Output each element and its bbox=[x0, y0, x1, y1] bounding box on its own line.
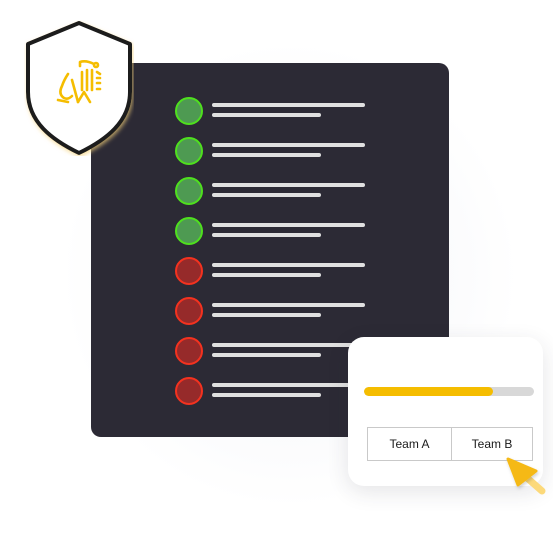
placeholder-line-short bbox=[212, 153, 321, 157]
pointer-cursor-icon bbox=[506, 457, 546, 495]
placeholder-line-short bbox=[212, 273, 321, 277]
status-dot bbox=[175, 337, 203, 365]
status-dot bbox=[175, 257, 203, 285]
placeholder-line-long bbox=[212, 103, 365, 107]
status-list-item bbox=[175, 217, 375, 247]
status-list-item bbox=[175, 177, 375, 207]
status-dot bbox=[175, 297, 203, 325]
placeholder-line-short bbox=[212, 393, 321, 397]
placeholder-line-long bbox=[212, 223, 365, 227]
placeholder-line-long bbox=[212, 263, 365, 267]
status-list-item bbox=[175, 337, 375, 367]
placeholder-line-long bbox=[212, 343, 365, 347]
status-dot bbox=[175, 217, 203, 245]
placeholder-line-short bbox=[212, 193, 321, 197]
vote-progress-fill bbox=[364, 387, 494, 396]
placeholder-line-long bbox=[212, 383, 365, 387]
shield-badge bbox=[26, 21, 132, 155]
status-list-item bbox=[175, 377, 375, 407]
status-dot bbox=[175, 137, 203, 165]
status-dot bbox=[175, 377, 203, 405]
placeholder-line-long bbox=[212, 303, 365, 307]
placeholder-line-short bbox=[212, 313, 321, 317]
status-list-item bbox=[175, 137, 375, 167]
status-list-item bbox=[175, 97, 375, 127]
status-dot bbox=[175, 97, 203, 125]
status-list-item bbox=[175, 297, 375, 327]
placeholder-line-long bbox=[212, 183, 365, 187]
vote-progress-bar bbox=[364, 387, 534, 396]
placeholder-line-short bbox=[212, 233, 321, 237]
placeholder-line-short bbox=[212, 113, 321, 117]
team-a-button[interactable]: Team A bbox=[368, 428, 451, 460]
status-dot bbox=[175, 177, 203, 205]
placeholder-line-short bbox=[212, 353, 321, 357]
status-list-item bbox=[175, 257, 375, 287]
placeholder-line-long bbox=[212, 143, 365, 147]
